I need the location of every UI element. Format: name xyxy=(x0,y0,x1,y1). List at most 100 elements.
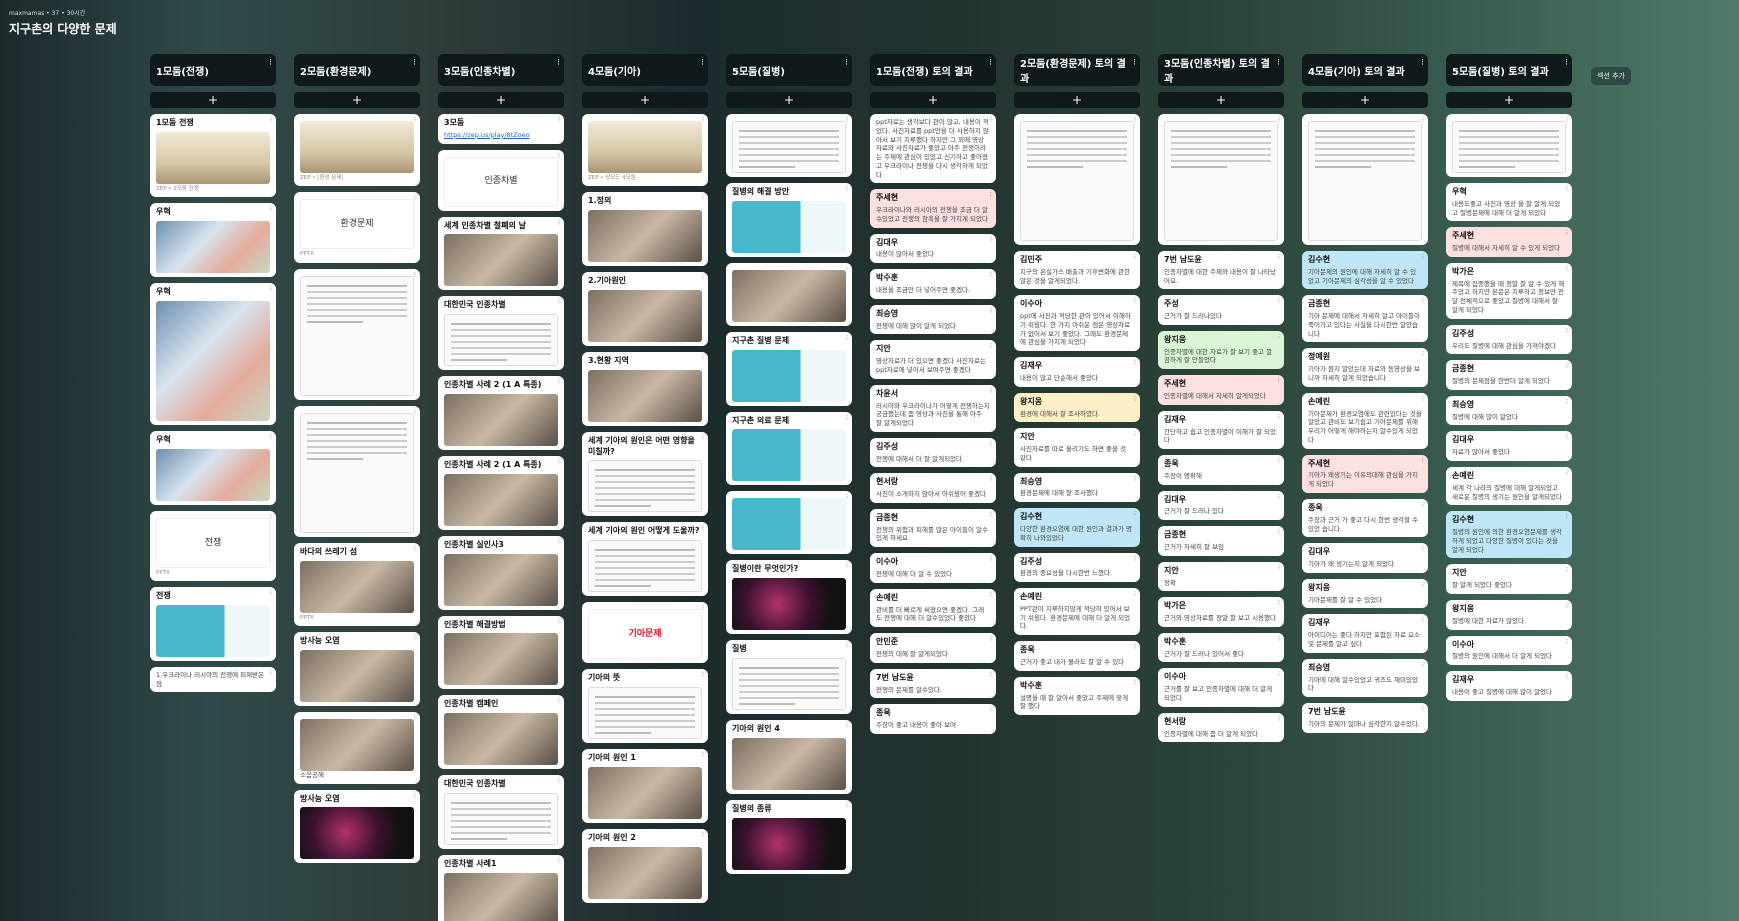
post-more-icon[interactable]: ⁝ xyxy=(270,433,272,442)
post-more-icon[interactable]: ⁝ xyxy=(1278,670,1280,679)
post-more-icon[interactable]: ⁝ xyxy=(846,493,848,502)
column-header[interactable]: 3모둠(인종차별) ⁝ xyxy=(438,54,564,86)
column-header[interactable]: 3모둠(인종차별) 토의 결과 ⁝ xyxy=(1158,54,1284,86)
more-options-icon[interactable]: ⁝ xyxy=(1565,58,1568,68)
post-more-icon[interactable]: ⁝ xyxy=(846,562,848,571)
post-card[interactable]: ⁝ 김대우 기아가 왜 생기는지 알게 되었다 xyxy=(1302,543,1428,573)
post-card[interactable]: ⁝ 최승영 전쟁에 대해 많이 알게 되었다 xyxy=(870,304,996,335)
post-more-icon[interactable]: ⁝ xyxy=(1134,430,1136,439)
post-card[interactable]: ⁝ 주세현 인종차별에 대해서 자세히 알게되었다 xyxy=(1158,375,1284,405)
post-more-icon[interactable]: ⁝ xyxy=(1422,116,1424,125)
post-card[interactable]: ⁝ 지안 사진자료를 따로 올리기도 하면 좋을 것 같다 xyxy=(1014,428,1140,467)
post-more-icon[interactable]: ⁝ xyxy=(1566,513,1568,522)
post-more-icon[interactable]: ⁝ xyxy=(414,792,416,801)
post-more-icon[interactable]: ⁝ xyxy=(1566,229,1568,238)
post-more-icon[interactable]: ⁝ xyxy=(990,342,992,351)
post-more-icon[interactable]: ⁝ xyxy=(990,271,992,280)
post-card[interactable]: ⁝ 이수아 전쟁에 대해 더 알 수 있었다 xyxy=(870,553,996,583)
post-card[interactable]: ⁝ 최승영 환경문제에 대해 잘 조사했다 xyxy=(1014,472,1140,503)
post-card[interactable]: ⁝ 왕지웅 질병에 대한 자료가 많았다. xyxy=(1446,599,1572,630)
post-card[interactable]: ⁝ xyxy=(726,262,852,326)
post-more-icon[interactable]: ⁝ xyxy=(1278,297,1280,306)
post-card[interactable]: ⁝ xyxy=(726,491,852,555)
post-more-icon[interactable]: ⁝ xyxy=(990,236,992,245)
add-post-button[interactable]: + xyxy=(1158,92,1284,108)
post-more-icon[interactable]: ⁝ xyxy=(990,555,992,564)
post-card[interactable]: ⁝ 박수훈 설명을 때 잘 알아서 좋았고 주제에 맞게 잘 했다 xyxy=(1014,676,1140,716)
post-card[interactable]: ⁝ 김수현 질병의 원인에 의한 환경오염문제를 생각하게 되었고 다양한 질병이 … xyxy=(1446,511,1572,559)
post-more-icon[interactable]: ⁝ xyxy=(414,714,416,723)
post-more-icon[interactable]: ⁝ xyxy=(846,722,848,731)
post-more-icon[interactable]: ⁝ xyxy=(990,440,992,449)
post-card[interactable]: ⁝ 김주성 환경의 중요성을 다시한번 느꼈다. xyxy=(1014,552,1140,583)
post-card[interactable]: ⁝ 전쟁 PPTX xyxy=(150,510,276,582)
post-more-icon[interactable]: ⁝ xyxy=(990,191,992,200)
post-card[interactable]: ⁝ xyxy=(726,114,852,177)
post-card[interactable]: ⁝ 박수훈 내용을 조금만 더 넣어주면 좋겠다. xyxy=(870,269,996,299)
column-header[interactable]: 2모둠(환경문제) ⁝ xyxy=(294,54,420,86)
post-card[interactable]: ⁝ 세계 기아의 원인은 어떤 영향을 미칠까? xyxy=(582,431,708,517)
post-more-icon[interactable]: ⁝ xyxy=(990,635,992,644)
post-card[interactable]: ⁝ 우혁 xyxy=(150,430,276,505)
post-card[interactable]: ⁝ 지안 정확 xyxy=(1158,561,1284,592)
post-more-icon[interactable]: ⁝ xyxy=(414,271,416,280)
post-more-icon[interactable]: ⁝ xyxy=(990,387,992,396)
post-more-icon[interactable]: ⁝ xyxy=(846,334,848,343)
post-more-icon[interactable]: ⁝ xyxy=(558,378,560,387)
post-more-icon[interactable]: ⁝ xyxy=(702,831,704,840)
post-more-icon[interactable]: ⁝ xyxy=(990,307,992,316)
post-more-icon[interactable]: ⁝ xyxy=(846,802,848,811)
post-card[interactable]: ⁝ 김재우 아이디어는 좋다 하지만 포함된 자료 요소 및 문제를 알고 싶다 xyxy=(1302,614,1428,653)
post-card[interactable]: ⁝ 주세현 질병에 대해서 자세히 알 수 있게 되었다 xyxy=(1446,227,1572,257)
post-more-icon[interactable]: ⁝ xyxy=(414,634,416,643)
post-more-icon[interactable]: ⁝ xyxy=(1566,185,1568,194)
post-card[interactable]: ⁝ 이수아 근거를 잘 보고 인종차별에 대해 더 알게 되었다 xyxy=(1158,668,1284,707)
post-more-icon[interactable]: ⁝ xyxy=(1422,457,1424,466)
post-card[interactable]: ⁝ 질병이란 무엇인가? xyxy=(726,560,852,635)
post-card[interactable]: ⁝ 차윤서 러시아와 우크라이나가 어떻게 전쟁하는지 궁금했는데 좀 영상과 사진… xyxy=(870,384,996,432)
more-options-icon[interactable]: ⁝ xyxy=(413,58,416,68)
post-more-icon[interactable]: ⁝ xyxy=(1278,377,1280,386)
post-card[interactable]: ⁝ 3.현황 지역 xyxy=(582,352,708,426)
post-more-icon[interactable]: ⁝ xyxy=(558,298,560,307)
post-card[interactable]: ⁝ ZEP • 상모드 4모둠 xyxy=(582,114,708,187)
post-more-icon[interactable]: ⁝ xyxy=(1134,116,1136,125)
add-post-button[interactable]: + xyxy=(582,92,708,108)
post-more-icon[interactable]: ⁝ xyxy=(1278,457,1280,466)
post-card[interactable]: ⁝ 바다의 쓰레기 섬 PPTX xyxy=(294,542,420,627)
post-card[interactable]: ⁝ 금종현 전쟁의 위험과 피해를 많은 아이들이 알수있게 하세요 xyxy=(870,508,996,548)
post-card[interactable]: ⁝ 우혁 xyxy=(150,283,276,425)
post-card[interactable]: ⁝ 이수아 질병의 원인에 대해서 더 알게 되었다 xyxy=(1446,635,1572,666)
post-card[interactable]: ⁝ 환경문제 PPTX xyxy=(294,192,420,263)
more-options-icon[interactable]: ⁝ xyxy=(557,58,560,68)
post-card[interactable]: ⁝ 김재우 내용이 좋고 질병에 대해 많이 알았다 xyxy=(1446,671,1572,701)
post-more-icon[interactable]: ⁝ xyxy=(846,116,848,125)
add-post-button[interactable]: + xyxy=(870,92,996,108)
post-card[interactable]: ⁝ 질병의 해결 방안 xyxy=(726,183,852,257)
post-more-icon[interactable]: ⁝ xyxy=(990,706,992,715)
post-card[interactable]: ⁝ xyxy=(1014,114,1140,245)
post-card[interactable]: ⁝ 안민준 전쟁의 대해 잘 알게되었다 xyxy=(870,633,996,663)
column-header[interactable]: 1모둠(전쟁) 토의 결과 ⁝ xyxy=(870,54,996,86)
add-post-button[interactable]: + xyxy=(726,92,852,108)
post-more-icon[interactable]: ⁝ xyxy=(702,274,704,283)
post-more-icon[interactable]: ⁝ xyxy=(558,697,560,706)
more-options-icon[interactable]: ⁝ xyxy=(989,58,992,68)
post-more-icon[interactable]: ⁝ xyxy=(1134,643,1136,652)
post-card[interactable]: ⁝ 손예린 세계 각 나라의 질병에 대해 알게되었고 새로운 질병의 생기는 원인… xyxy=(1446,467,1572,506)
column-header[interactable]: 1모둠(전쟁) ⁝ xyxy=(150,54,276,86)
add-post-button[interactable]: + xyxy=(150,92,276,108)
post-card[interactable]: ⁝ 현서랑 사진이 소개하지 않아서 아쉬웠어 좋겠다 xyxy=(870,473,996,503)
post-card[interactable]: ⁝ 손예린 PPT관이 지루하지않게 적당히 있어서 보기 쉬웠다. 환경문제에 대… xyxy=(1014,588,1140,636)
post-card[interactable]: ⁝ 종욱 근거가 좋고 내가 몰라도 잘 알 수 있다 xyxy=(1014,641,1140,671)
post-more-icon[interactable]: ⁝ xyxy=(702,524,704,533)
post-card[interactable]: ⁝ ppt자료는 생각보다 관이 많고, 내용이 적었다. 사진자료를 ppt만을… xyxy=(870,114,996,184)
post-card[interactable]: ⁝ 지안 영상자료가 더 있으면 좋겠다 사진자료는 ppt자료에 넣어서 보여주면… xyxy=(870,340,996,379)
post-more-icon[interactable]: ⁝ xyxy=(270,205,272,214)
post-card[interactable]: ⁝ 박가은 제목에 집중했을 때 정말 잘 알 수 있게 해 주었고 하지만 본문은… xyxy=(1446,262,1572,319)
post-more-icon[interactable]: ⁝ xyxy=(1422,395,1424,404)
post-more-icon[interactable]: ⁝ xyxy=(1278,493,1280,502)
add-post-button[interactable]: + xyxy=(1446,92,1572,108)
post-more-icon[interactable]: ⁝ xyxy=(1422,705,1424,714)
post-card[interactable]: ⁝ 김주성 우리도 질병에 대해 관심을 가져야겠다 xyxy=(1446,324,1572,355)
